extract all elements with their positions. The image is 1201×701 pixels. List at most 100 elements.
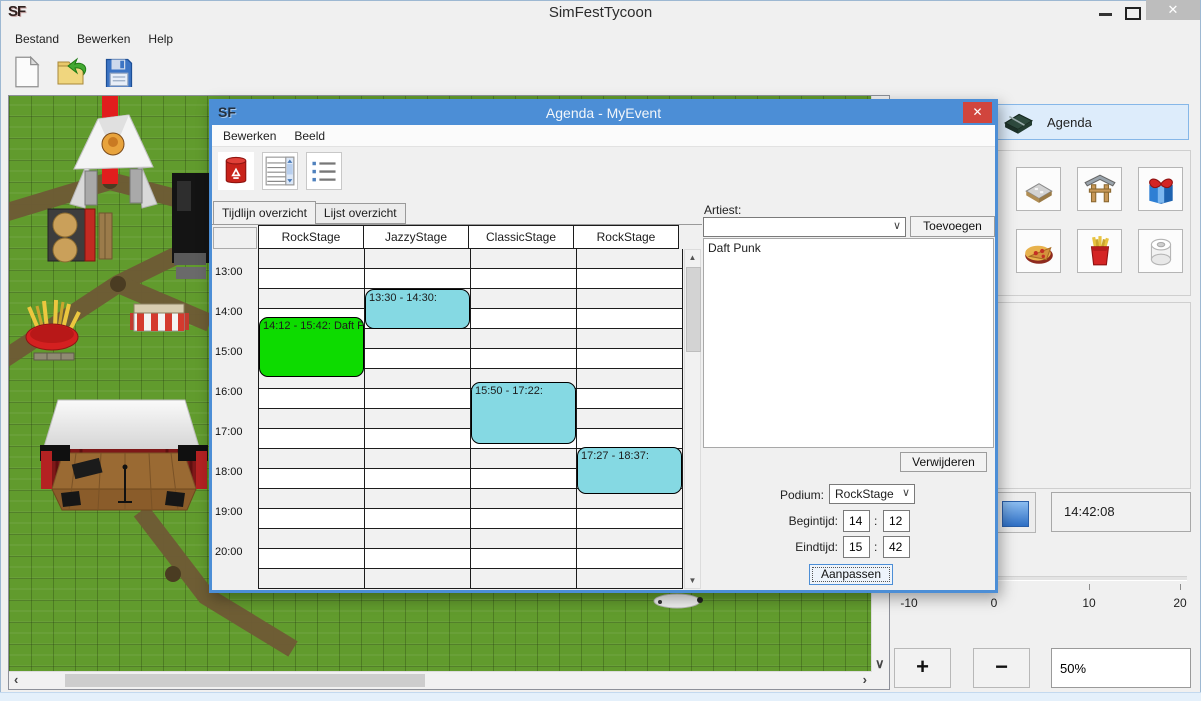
remove-artist-button[interactable]: Verwijderen	[900, 452, 987, 472]
podium-combobox[interactable]: RockStage ∨	[829, 484, 915, 504]
dialog-close-button[interactable]: ✕	[963, 102, 992, 123]
new-file-button[interactable]	[8, 53, 46, 91]
gift-icon	[1144, 172, 1178, 206]
schedule-event-1[interactable]: 13:30 - 14:30:	[365, 289, 470, 329]
column-header-0: RockStage	[258, 225, 364, 249]
begin-hour-field[interactable]	[843, 510, 870, 532]
end-hour-field[interactable]	[843, 536, 870, 558]
maximize-button[interactable]	[1116, 0, 1146, 24]
podium-label: Podium:	[712, 488, 824, 502]
zoom-level-field[interactable]	[1051, 648, 1191, 688]
end-time-label: Eindtijd:	[712, 540, 838, 554]
dialog-title-bar[interactable]: SF Agenda - MyEvent ✕	[212, 102, 995, 125]
agenda-dialog: SF Agenda - MyEvent ✕ BewerkenBeeld Tijd…	[209, 99, 998, 593]
clock-display: 14:42:08	[1051, 492, 1191, 532]
end-minute-field[interactable]	[883, 536, 910, 558]
column-header-2: ClassicStage	[468, 225, 574, 249]
pizza-icon	[1022, 234, 1056, 268]
zoom-out-button[interactable]: −	[973, 648, 1030, 688]
artist-combobox[interactable]: ∨	[703, 217, 906, 237]
close-button[interactable]: ✕	[1146, 0, 1200, 20]
schedule-event-2[interactable]: 15:50 - 17:22:	[471, 382, 576, 443]
time-label: 14:00	[215, 306, 243, 318]
artist-listbox[interactable]: Daft Punk	[703, 238, 994, 448]
scroll-down-icon[interactable]: ▼	[685, 576, 700, 585]
open-file-icon	[55, 56, 91, 88]
slider-tick-mark	[1089, 584, 1090, 590]
stage-floor-button[interactable]	[1016, 167, 1061, 211]
gate-icon	[1083, 172, 1117, 206]
speaker-stack-icon	[172, 173, 210, 279]
open-file-button[interactable]	[54, 53, 92, 91]
column-header-3: RockStage	[573, 225, 679, 249]
tent-icon	[70, 115, 157, 208]
gate-button[interactable]	[1077, 167, 1122, 211]
schedule-scrollbar[interactable]: ▲ ▼	[684, 249, 701, 589]
main-menu-bar: BestandBewerkenHelp	[0, 28, 898, 50]
trash-icon	[223, 156, 249, 186]
list-view-icon	[309, 156, 339, 186]
begin-minute-field[interactable]	[883, 510, 910, 532]
artist-list-item[interactable]: Daft Punk	[704, 239, 993, 257]
time-label: 18:00	[215, 466, 243, 478]
list-view-button[interactable]	[306, 152, 342, 190]
map-hscroll-thumb[interactable]	[65, 674, 425, 687]
time-label: 16:00	[215, 386, 243, 398]
map-horizontal-scrollbar[interactable]: ‹ ›	[9, 671, 872, 689]
maximize-icon	[1125, 7, 1141, 20]
minimize-icon	[1099, 13, 1112, 16]
apply-button[interactable]: Aanpassen	[809, 564, 893, 585]
dialog-menu-bewerken[interactable]: Bewerken	[214, 127, 285, 145]
slider-tick-mark	[1180, 584, 1181, 590]
toilet-paper-icon	[1144, 234, 1178, 268]
grid-vline	[682, 249, 683, 589]
scrollbar-corner	[872, 672, 889, 689]
play-icon	[1002, 501, 1029, 527]
time-label: 19:00	[215, 506, 243, 518]
slider-label--10: -10	[891, 596, 927, 610]
time-label: 17:00	[215, 426, 243, 438]
dialog-tab-row: Tijdlijn overzichtLijst overzicht	[213, 201, 405, 224]
menu-item-bestand[interactable]: Bestand	[6, 30, 68, 48]
artist-label: Artiest:	[704, 203, 741, 217]
schedule-scroll-thumb[interactable]	[686, 267, 701, 352]
grid-vline	[258, 249, 259, 589]
chevron-down-icon: ∨	[893, 219, 901, 232]
chevron-down-icon: ∨	[902, 486, 910, 499]
dialog-title: Agenda - MyEvent	[212, 105, 995, 121]
fries-icon	[1083, 234, 1117, 268]
menu-item-bewerken[interactable]: Bewerken	[68, 30, 139, 48]
schedule-event-0[interactable]: 14:12 - 15:42: Daft Punk	[259, 317, 364, 377]
burger-stand-icon	[48, 209, 112, 262]
window-title: SimFestTycoon	[0, 0, 1201, 28]
scroll-up-icon[interactable]: ▲	[685, 253, 700, 262]
toilet-paper-button[interactable]	[1138, 229, 1183, 273]
scroll-down-icon[interactable]: ∨	[875, 656, 885, 672]
time-gutter-header	[213, 227, 257, 249]
stage-icon	[40, 400, 208, 510]
zoom-in-button[interactable]: +	[894, 648, 951, 688]
add-artist-button[interactable]: Toevoegen	[910, 216, 995, 237]
scroll-right-icon[interactable]: ›	[863, 672, 867, 688]
fries-button[interactable]	[1077, 229, 1122, 273]
time-colon: :	[874, 514, 877, 528]
pizza-button[interactable]	[1016, 229, 1061, 273]
menu-item-help[interactable]: Help	[139, 30, 182, 48]
dialog-menu-beeld[interactable]: Beeld	[285, 127, 334, 145]
trash-button[interactable]	[218, 152, 254, 190]
gift-button[interactable]	[1138, 167, 1183, 211]
tab-1[interactable]: Lijst overzicht	[315, 203, 406, 224]
schedule-grid: RockStageJazzyStageClassicStageRockStage…	[212, 224, 702, 590]
timeline-view-button[interactable]	[262, 152, 298, 190]
main-toolbar	[2, 52, 138, 92]
stage-floor-icon	[1022, 172, 1056, 206]
schedule-event-3[interactable]: 17:27 - 18:37:	[577, 447, 682, 494]
new-file-icon	[12, 56, 42, 88]
schedule-body[interactable]: 14:12 - 15:42: Daft Punk13:30 - 14:30: 15…	[258, 249, 683, 589]
striped-stand-icon	[130, 304, 189, 331]
dialog-menu-bar: BewerkenBeeld	[212, 125, 995, 147]
save-file-button[interactable]	[100, 53, 138, 91]
scroll-left-icon[interactable]: ‹	[14, 672, 18, 688]
play-button[interactable]	[992, 492, 1036, 533]
tab-0[interactable]: Tijdlijn overzicht	[213, 201, 316, 224]
